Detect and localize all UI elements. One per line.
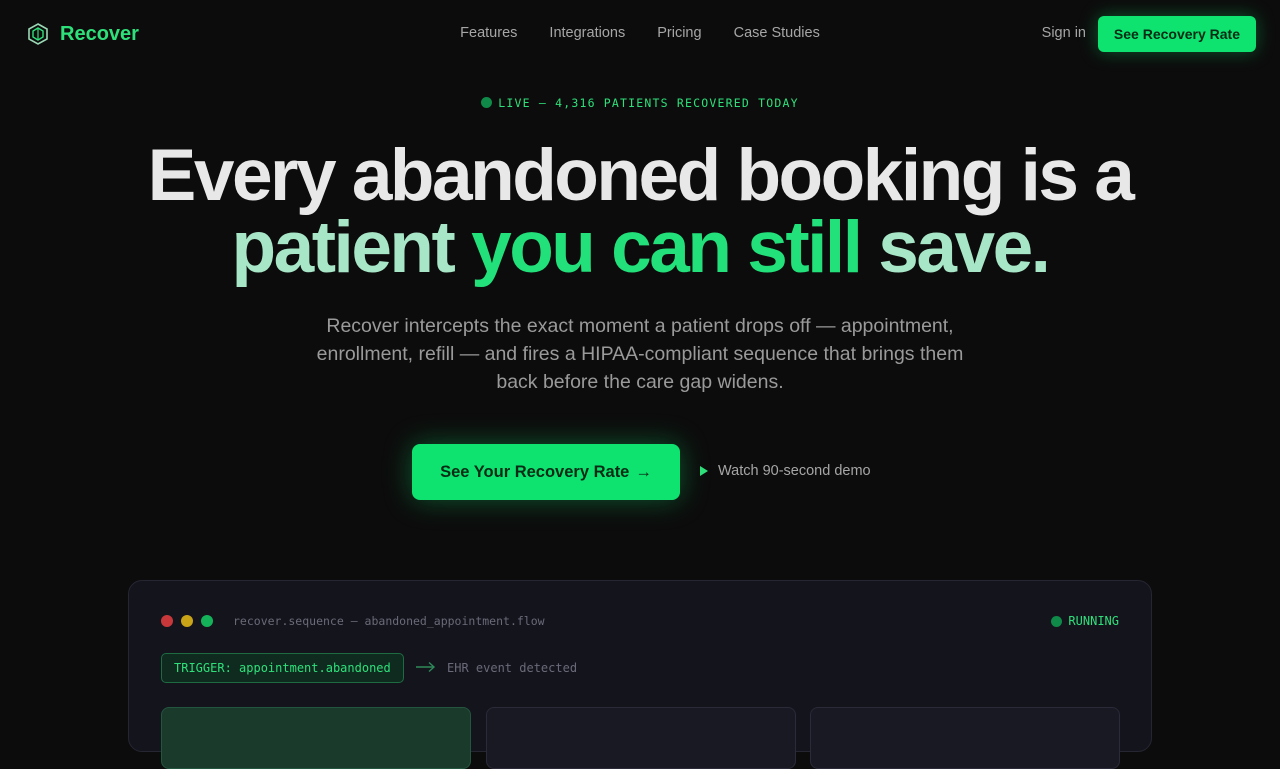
hero-headline: Every abandoned booking is a patient you… (0, 135, 1280, 284)
window-close-dot[interactable] (161, 615, 173, 627)
nav-link-case-studies[interactable]: Case Studies (734, 25, 820, 41)
sequence-step-card[interactable] (810, 707, 1120, 769)
play-icon (700, 466, 708, 476)
nav-link-pricing[interactable]: Pricing (657, 25, 701, 41)
live-badge-text: LIVE — 4,316 PATIENTS RECOVERED TODAY (498, 96, 799, 110)
sequence-step-card[interactable] (161, 707, 471, 769)
window-controls (161, 615, 213, 627)
event-detected-label: EHR event detected (447, 661, 578, 675)
nav-links: Features Integrations Pricing Case Studi… (0, 25, 1280, 41)
headline-line-1: Every abandoned booking is a (147, 135, 1135, 216)
headline-line-2: patient you can still save. (0, 211, 1280, 284)
live-badge: LIVE — 4,316 PATIENTS RECOVERED TODAY (0, 96, 1280, 110)
arrow-right-icon (416, 661, 436, 673)
running-status: RUNNING (1051, 614, 1119, 628)
headline-part-patient: patient (231, 207, 472, 288)
see-recovery-rate-button[interactable]: See Recovery Rate (1097, 16, 1256, 52)
cta-label: See Your Recovery Rate (440, 462, 630, 481)
sign-in-link[interactable]: Sign in (1042, 25, 1086, 41)
headline-highlight: you can still (471, 207, 863, 288)
hero-subtext: Recover intercepts the exact moment a pa… (316, 315, 964, 393)
watch-demo-link[interactable]: Watch 90-second demo (700, 463, 871, 479)
demo-label: Watch 90-second demo (718, 463, 871, 479)
window-minimize-dot[interactable] (181, 615, 193, 627)
window-maximize-dot[interactable] (201, 615, 213, 627)
trigger-badge: TRIGGER: appointment.abandoned (161, 653, 404, 683)
headline-part-save: save. (860, 207, 1051, 288)
sequence-panel: recover.sequence — abandoned_appointment… (128, 580, 1152, 769)
status-dot-icon (1051, 615, 1063, 627)
nav-link-integrations[interactable]: Integrations (549, 25, 625, 41)
sequence-step-card[interactable] (486, 707, 796, 769)
running-status-label: RUNNING (1068, 614, 1119, 628)
arrow-right-icon: → (635, 462, 652, 481)
top-nav: Recover Features Integrations Pricing Ca… (0, 0, 1280, 68)
live-dot-icon (481, 97, 493, 108)
panel-title: recover.sequence — abandoned_appointment… (233, 614, 545, 628)
nav-link-features[interactable]: Features (460, 25, 517, 41)
see-your-recovery-rate-button[interactable]: See Your Recovery Rate → (412, 444, 680, 500)
